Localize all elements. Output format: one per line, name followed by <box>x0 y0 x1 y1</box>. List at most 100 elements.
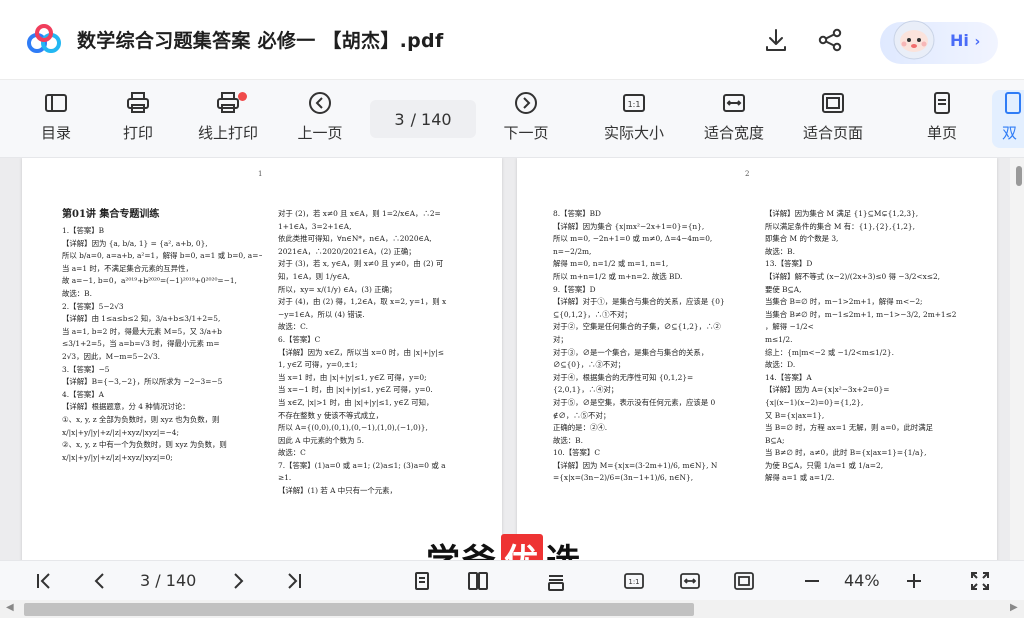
document-text-line: 对于③，∅是一个集合，是集合与集合的关系， <box>553 347 709 357</box>
document-text-line: 1, y∈Z 可得，y=0,±1; <box>278 360 358 370</box>
download-icon[interactable] <box>762 26 790 54</box>
double-page-button[interactable]: 双 <box>992 90 1024 148</box>
document-text-line: {x|(x−1)(x−2)=0}={1,2}, <box>765 397 864 407</box>
document-text-line: 【详解】因为 M={x|x=(3·2m+1)/6, m∈N}, N <box>553 460 718 470</box>
document-text-line: 对于⑤，∅是空集，表示没有任何元素，应该是 0 <box>553 397 716 407</box>
bottom-actual-size-button[interactable]: 1:1 <box>622 569 646 593</box>
document-text-line: 所以 b/a=0, a=a+b, a²=1，解得 b=0, a=1 或 b=0,… <box>62 251 262 261</box>
scroll-mode-button[interactable] <box>544 569 568 593</box>
actual-size-button[interactable]: 1:1 实际大小 <box>594 90 674 148</box>
document-text-line: 13.【答案】D <box>765 259 813 269</box>
document-text-line: 所以，xy= x/(1/y) ∈A，(3) 正确； <box>278 284 397 294</box>
toc-button[interactable]: 目录 <box>16 90 96 148</box>
double-page-icon <box>468 572 488 590</box>
fit-page-icon <box>734 572 754 590</box>
document-viewer[interactable]: 1 第01讲 集合专题训练 1.【答案】B 【详解】因为 {a, b/a, 1} =… <box>0 158 1010 560</box>
page-total: / 140 <box>410 109 452 129</box>
actual-size-icon: 1:1 <box>624 573 644 589</box>
document-text-line: 不存在整数 y 使该不等式成立， <box>278 410 383 420</box>
document-text-line: 对于④，根据集合的无序性可知 {0,1,2}= <box>553 372 694 382</box>
document-text-line: 6.【答案】C <box>278 334 321 344</box>
document-text-line: ②、x, y, z 中有一个为负数时，则 xyz 为负数，则 <box>62 440 227 450</box>
page-column: 第01讲 集合专题训练 1.【答案】B 【详解】因为 {a, b/a, 1} = {… <box>62 208 262 464</box>
document-text-line: 故选：C <box>278 448 306 458</box>
zoom-in-button[interactable] <box>902 569 926 593</box>
document-text-line: ⊆{0,1,2}，∴①不对； <box>553 309 632 319</box>
page-column: 【详解】因为集合 M 满足 {1}⊆M⊊{1,2,3}, 所以满足条件的集合 M … <box>765 208 983 485</box>
document-text-line: 【详解】因为 x∈Z，所以当 x=0 时，由 |x|+|y|≤ <box>278 347 445 357</box>
document-text-line: −y=1∈A，所以 (4) 错误. <box>278 309 365 319</box>
title-bar: 数学综合习题集答案 必修一 【胡杰】.pdf Hi › <box>0 0 1024 80</box>
document-text-line: 所以满足条件的集合 M 有：{1},{2},{1,2}, <box>765 221 915 231</box>
single-page-button[interactable]: 单页 <box>902 90 982 148</box>
printer-icon <box>127 92 149 113</box>
first-page-icon <box>37 573 50 589</box>
document-text-line: 故选：C. <box>278 322 308 332</box>
bottom-fit-page-button[interactable] <box>732 569 756 593</box>
document-text-line: 依此类推可得知，∀n∈N*，n∈A，∴2020∈A, <box>278 234 432 244</box>
prev-page-button[interactable]: 上一页 <box>280 90 360 148</box>
page-number: 2 <box>745 170 750 178</box>
document-text-line: m≤1/2. <box>765 334 793 344</box>
document-text-line: 知，1∈A，则 1/y∈A, <box>278 271 350 281</box>
pdf-page-left: 1 第01讲 集合专题训练 1.【答案】B 【详解】因为 {a, b/a, 1} =… <box>22 158 502 560</box>
document-text-line: 当集合 B=∅ 时，m−1>2m+1，解得 m<−2; <box>765 297 923 307</box>
fit-width-icon <box>723 94 745 112</box>
document-text-line: 当集合 B≠∅ 时，m−1≤2m+1, m−1>−3/2, 2m+1≤2 <box>765 309 957 319</box>
bottom-prev-button[interactable] <box>88 569 112 593</box>
document-text-line: 当 a=1 时，不满足集合元素的互异性， <box>62 263 193 273</box>
document-text-line: 因此 A 中元素的个数为 5. <box>278 435 364 445</box>
bottom-next-button[interactable] <box>226 569 250 593</box>
first-page-button[interactable] <box>32 569 56 593</box>
vertical-scrollbar-thumb[interactable] <box>1016 166 1022 186</box>
online-print-button[interactable]: 线上打印 <box>188 90 268 148</box>
bottom-double-page-button[interactable] <box>466 569 490 593</box>
page-indicator[interactable]: 3 / 140 <box>370 100 476 138</box>
double-page-icon <box>1005 92 1021 114</box>
hi-label[interactable]: Hi › <box>950 31 980 50</box>
document-text-line: 4.【答案】A <box>62 389 104 399</box>
share-icon[interactable] <box>816 26 844 54</box>
fit-page-button[interactable]: 适合页面 <box>793 90 873 148</box>
scroll-left-arrow-icon[interactable]: ◀ <box>6 602 14 613</box>
prev-page-icon <box>94 573 104 589</box>
scroll-page-icon <box>548 575 564 591</box>
vertical-scrollbar[interactable] <box>1010 158 1024 560</box>
svg-text:1:1: 1:1 <box>628 578 639 586</box>
bottom-page-indicator[interactable]: 3 / 140 <box>140 571 196 590</box>
zoom-level[interactable]: 44% <box>844 571 880 590</box>
document-text-line: 7.【答案】(1)a=0 或 a=1; (2)a≤1; (3)a=0 或 a <box>278 460 446 470</box>
document-text-line: ，解得 −1/2< <box>765 322 814 332</box>
next-page-icon <box>515 92 537 114</box>
assistant-avatar-icon[interactable] <box>886 10 942 66</box>
document-text-line: 故选：B. <box>553 435 583 445</box>
document-text-line: 对于 (4)，由 (2) 得，1,2∈A，取 x=2, y=1，则 x <box>278 297 447 307</box>
document-text-line: 解得 m=0, n=1/2 或 m=1, n=1, <box>553 259 669 269</box>
last-page-button[interactable] <box>282 569 306 593</box>
document-text-line: 当 x=−1 时，由 |x|+|y|≤1, y∈Z 可得，y=0. <box>278 385 433 395</box>
document-text-line: 对于 (3)，若 x, y∈A，则 x≠0 且 y≠0，由 (2) 可 <box>278 259 444 269</box>
pdf-page-right: 2 8.【答案】BD 【详解】因为集合 {x|mx²−2x+1=0}={n}, 所以… <box>517 158 997 560</box>
zoom-out-button[interactable] <box>800 569 824 593</box>
print-button[interactable]: 打印 <box>98 90 178 148</box>
horizontal-scrollbar-thumb[interactable] <box>24 603 694 616</box>
bottom-fit-width-button[interactable] <box>678 569 702 593</box>
next-page-button[interactable]: 下一页 <box>486 90 566 148</box>
document-text-line: 故选：B. <box>765 246 795 256</box>
page-current-input[interactable]: 3 <box>394 110 404 129</box>
document-text-line: 当 a=1, b=2 时，得最大元素 M=5，又 3/a+b <box>62 326 222 336</box>
notification-dot <box>238 92 247 101</box>
document-text-line: 2√3，因此，M−m=5−2√3. <box>62 351 160 361</box>
document-text-line: 为使 B⊆A，只需 1/a=1 或 1/a=2, <box>765 460 884 470</box>
actual-size-icon: 1:1 <box>623 94 645 112</box>
last-page-icon <box>288 573 301 589</box>
document-text-line: 1.【答案】B <box>62 226 105 235</box>
scroll-right-arrow-icon[interactable]: ▶ <box>1010 602 1018 613</box>
fullscreen-button[interactable] <box>968 569 992 593</box>
bottom-single-page-button[interactable] <box>410 569 434 593</box>
document-text-line: 对； <box>553 334 568 344</box>
document-text-line: 故选：D. <box>765 360 796 370</box>
zoom-out-icon <box>805 580 819 582</box>
single-page-icon <box>934 92 950 114</box>
fit-width-button[interactable]: 适合宽度 <box>694 90 774 148</box>
